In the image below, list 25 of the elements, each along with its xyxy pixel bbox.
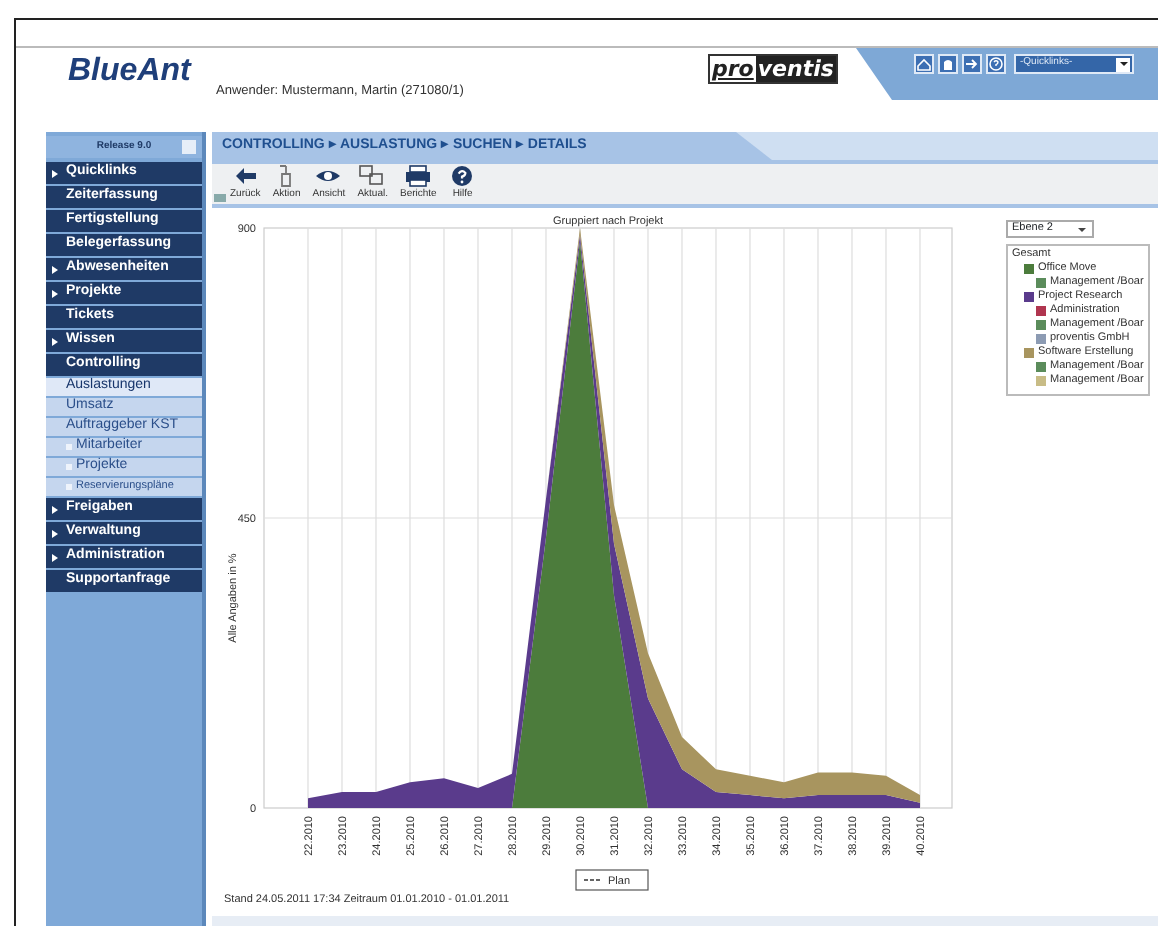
expand-arrow-icon: [52, 289, 58, 297]
dropdown-caret-icon: [1116, 57, 1130, 71]
bullet-icon: [66, 464, 72, 470]
back-arrow-icon: [231, 163, 260, 187]
help-button[interactable]: [986, 54, 1006, 74]
expand-arrow-icon: [52, 553, 58, 561]
home-icon: [916, 56, 932, 72]
app-logo: BlueAnt: [68, 54, 191, 90]
home-button[interactable]: [914, 54, 934, 74]
expand-arrow-icon: [52, 505, 58, 513]
expand-arrow-icon: [52, 169, 58, 177]
brand-logo: pro ventis: [708, 54, 838, 84]
logout-icon: [964, 56, 980, 72]
horizontal-scrollbar[interactable]: [212, 916, 1158, 926]
bullet-icon: [66, 444, 72, 450]
logout-button[interactable]: [962, 54, 982, 74]
expand-arrow-icon: [52, 529, 58, 537]
expand-arrow-icon: [52, 265, 58, 273]
help-icon: [448, 163, 477, 187]
printer-icon: [404, 163, 433, 187]
windows-icon: [358, 163, 387, 187]
bullet-icon: [66, 484, 72, 490]
dropdown-caret-icon: [1078, 227, 1086, 235]
expand-arrow-icon: [52, 337, 58, 345]
help-icon: [988, 56, 1004, 72]
